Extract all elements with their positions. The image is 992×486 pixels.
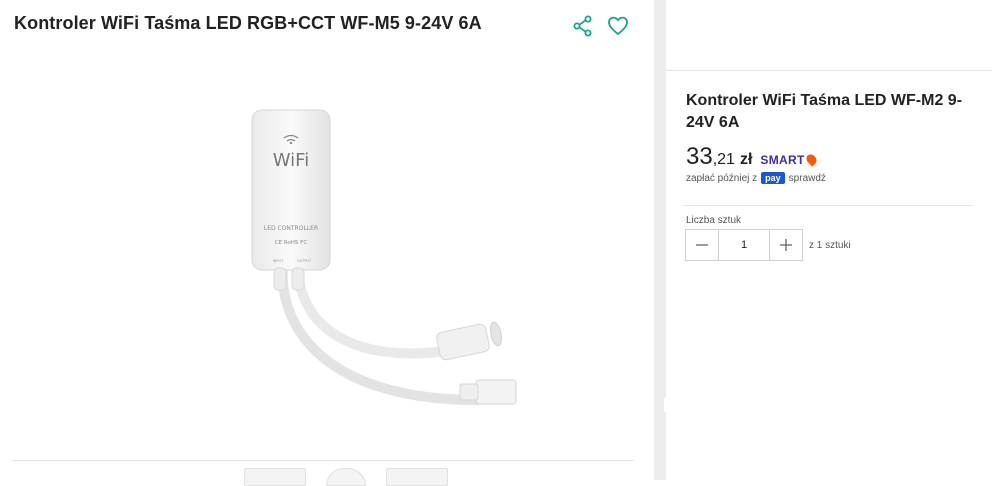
smart-label: SMART (760, 153, 805, 167)
pay-badge: pay (761, 172, 785, 184)
thumbnail-1[interactable] (244, 468, 306, 486)
image-input-text: INPUT (273, 259, 284, 263)
thumbnail-strip (244, 468, 448, 486)
smart-badge[interactable]: SMART (760, 151, 819, 167)
minus-icon (696, 244, 708, 246)
image-controller-text: LED CONTROLLER (264, 225, 318, 232)
product-gallery-panel: Kontroler WiFi Taśma LED RGB+CCT WF-M5 9… (0, 0, 654, 486)
image-wifi-text: WiFi (273, 150, 309, 171)
quantity-decrease-button[interactable] (686, 230, 719, 260)
product-title: Kontroler WiFi Taśma LED RGB+CCT WF-M5 9… (14, 13, 482, 33)
heart-icon[interactable] (607, 15, 629, 37)
price-currency: zł (739, 151, 753, 168)
image-certs-text: CE RoHS FC (275, 240, 308, 246)
quantity-increase-button[interactable] (769, 230, 802, 260)
offer-price: 33 ,21 zł SMART (686, 143, 819, 171)
thumbnail-3[interactable] (386, 468, 448, 486)
offer-top-divider (666, 70, 992, 71)
thumbnail-2[interactable] (326, 468, 366, 486)
image-output-text: OUTPUT (297, 259, 312, 263)
quantity-stepper (685, 229, 803, 261)
gallery-divider (12, 460, 634, 461)
price-decimal: ,21 (712, 151, 735, 168)
offer-panel: Kontroler WiFi Taśma LED WF-M2 9-24V 6A … (666, 0, 992, 480)
offer-mid-divider (684, 205, 972, 206)
quantity-input[interactable] (719, 230, 769, 260)
smart-pin-icon (804, 151, 819, 167)
quantity-available: z 1 sztuki (809, 240, 851, 251)
pay-later-prefix: zapłać później z (686, 172, 758, 184)
pay-later-check-link[interactable]: sprawdź (789, 173, 826, 184)
share-icon[interactable] (572, 15, 594, 37)
pay-later-info: zapłać później z pay sprawdź (686, 172, 826, 184)
plus-icon (780, 239, 792, 251)
offer-title[interactable]: Kontroler WiFi Taśma LED WF-M2 9-24V 6A (686, 90, 976, 134)
price-integer: 33 (686, 143, 713, 170)
product-image[interactable]: WiFi LED CONTROLLER CE RoHS FC INPUT OUT… (238, 100, 538, 420)
quantity-label: Liczba sztuk (686, 215, 742, 226)
